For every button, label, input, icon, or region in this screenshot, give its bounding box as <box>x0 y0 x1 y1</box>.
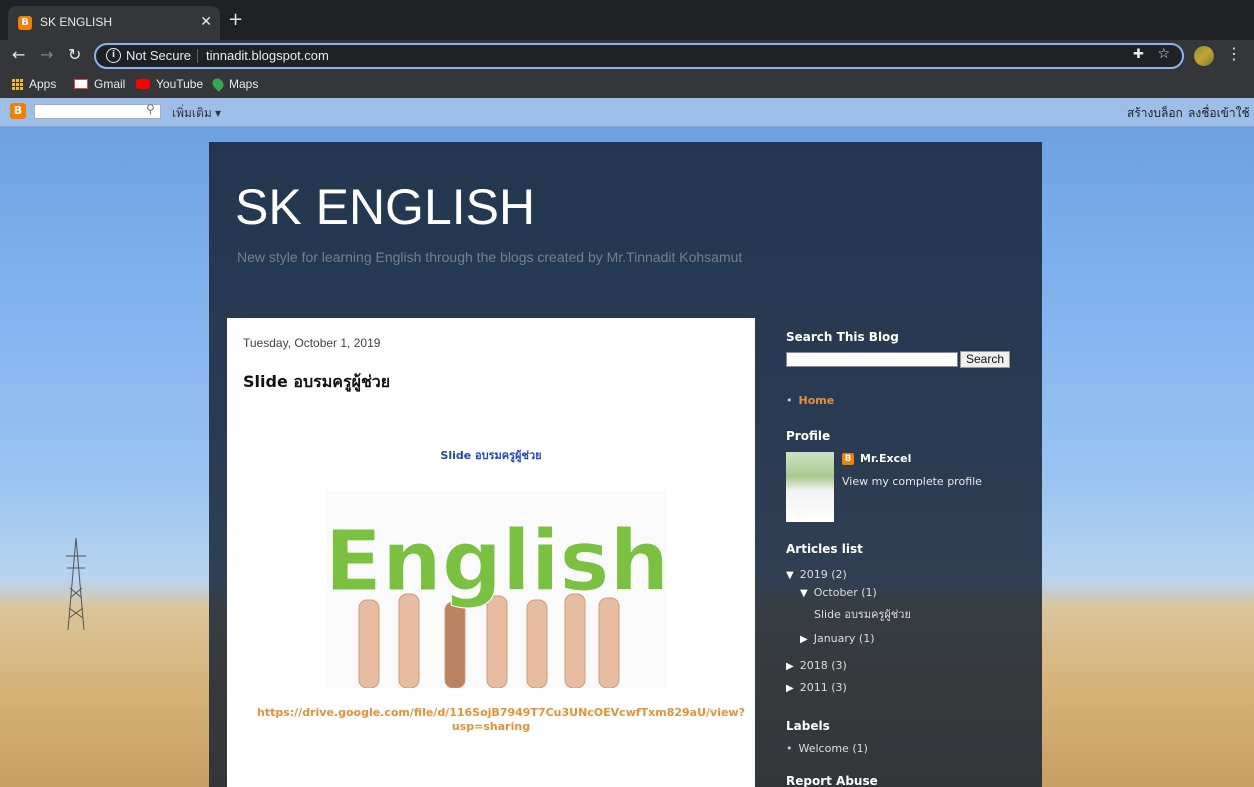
collapsed-triangle-icon[interactable]: ▶ <box>786 661 794 672</box>
tab-title: SK ENGLISH <box>40 15 113 29</box>
post-drive-url-link[interactable]: https://drive.google.com/file/d/116SojB7… <box>257 706 745 734</box>
bookmark-label: YouTube <box>156 77 204 91</box>
expanded-triangle-icon[interactable]: ▼ <box>800 588 808 599</box>
search-heading: Search This Blog <box>786 330 899 344</box>
bullet: • <box>786 394 793 407</box>
power-pylon-image <box>66 538 86 630</box>
apps-grid-icon <box>12 78 23 90</box>
bookmark-gmail[interactable]: Gmail <box>74 77 125 91</box>
label-text: Welcome (1) <box>798 742 868 755</box>
profile-photo[interactable] <box>786 452 834 522</box>
bookmark-youtube[interactable]: YouTube <box>136 77 203 91</box>
labels-heading: Labels <box>786 719 830 733</box>
home-label: Home <box>798 394 835 407</box>
url-text[interactable]: tinnadit.blogspot.com <box>206 48 329 63</box>
view-profile-link[interactable]: View my complete profile <box>842 475 982 488</box>
bookmarks-bar: Apps Gmail YouTube Maps <box>0 72 1254 98</box>
browser-tab-strip: B SK ENGLISH ✕ + <box>0 0 1254 40</box>
archive-january[interactable]: ▶ January (1) <box>800 632 874 645</box>
archive-label: October (1) <box>813 586 877 599</box>
back-arrow-icon[interactable]: ← <box>12 46 25 64</box>
profile-name: Mr.Excel <box>860 452 912 465</box>
web-page: B ⚲ เพิ่มเติม ▾ สร้างบล็อก ลงชื่อเข้าใช้… <box>0 98 1254 787</box>
browser-toolbar: ← → ↻ i Not Secure tinnadit.blogspot.com… <box>0 40 1254 72</box>
bookmark-apps[interactable]: Apps <box>12 77 56 91</box>
search-button[interactable]: Search <box>960 351 1010 368</box>
profile-name-link[interactable]: B Mr.Excel <box>842 452 911 465</box>
not-secure-label: Not Secure <box>126 48 192 63</box>
bullet: • <box>786 742 793 755</box>
new-tab-button[interactable]: + <box>228 11 243 29</box>
menu-dots-icon[interactable]: ⋮ <box>1226 44 1242 64</box>
divider <box>197 49 198 63</box>
expanded-triangle-icon[interactable]: ▼ <box>786 570 794 581</box>
archive-label: 2018 (3) <box>799 659 847 672</box>
sign-in-link[interactable]: ลงชื่อเข้าใช้ <box>1188 104 1250 123</box>
tab-close-icon[interactable]: ✕ <box>200 14 212 30</box>
maps-pin-icon <box>210 76 226 92</box>
profile-avatar-icon[interactable] <box>1194 46 1214 66</box>
post: Tuesday, October 1, 2019 Slide อบรมครูผู… <box>227 318 755 787</box>
bookmark-star-icon[interactable]: ☆ <box>1157 46 1170 62</box>
home-link[interactable]: • Home <box>786 394 834 407</box>
archive-label: 2011 (3) <box>799 681 847 694</box>
collapsed-triangle-icon[interactable]: ▶ <box>800 634 808 645</box>
english-image-text: English <box>327 512 667 610</box>
youtube-icon <box>136 79 150 89</box>
archive-2018[interactable]: ▶ 2018 (3) <box>786 659 847 672</box>
post-title: Slide อบรมครูผู้ช่วย <box>243 372 391 391</box>
blog-description: New style for learning English through t… <box>237 249 743 265</box>
blogger-profile-icon: B <box>842 452 854 465</box>
archive-2019[interactable]: ▼ 2019 (2) <box>786 568 847 581</box>
reload-icon[interactable]: ↻ <box>68 46 81 64</box>
profile-heading: Profile <box>786 429 831 443</box>
archive-label: 2019 (2) <box>799 568 847 581</box>
collapsed-triangle-icon[interactable]: ▶ <box>786 683 794 694</box>
search-icon[interactable]: ⚲ <box>146 102 155 116</box>
archive-post-link[interactable]: Slide อบรมครูผู้ช่วย <box>814 605 911 623</box>
blog-container: SK ENGLISH New style for learning Englis… <box>209 142 1042 787</box>
bookmark-label: Gmail <box>94 77 126 91</box>
address-bar[interactable]: i Not Secure tinnadit.blogspot.com ✚ ☆ <box>94 43 1184 69</box>
post-slide-link[interactable]: Slide อบรมครูผู้ช่วย <box>227 446 755 464</box>
blogger-favicon-icon: B <box>18 16 32 30</box>
archive-october[interactable]: ▼ October (1) <box>800 586 877 599</box>
archive-2011[interactable]: ▶ 2011 (3) <box>786 681 847 694</box>
blog-title[interactable]: SK ENGLISH <box>235 178 535 236</box>
english-hands-image: English <box>327 490 667 688</box>
more-menu[interactable]: เพิ่มเติม ▾ <box>172 104 221 123</box>
sidebar-search-input[interactable] <box>786 352 958 367</box>
gmail-icon <box>74 79 88 89</box>
tab-sk-english[interactable]: B SK ENGLISH ✕ <box>8 6 220 40</box>
label-welcome-link[interactable]: • Welcome (1) <box>786 742 868 755</box>
bookmark-label: Maps <box>229 77 259 91</box>
create-blog-link[interactable]: สร้างบล็อก <box>1127 104 1183 123</box>
report-abuse-heading: Report Abuse <box>786 774 878 787</box>
articles-heading: Articles list <box>786 542 863 556</box>
bookmark-label: Apps <box>29 77 57 91</box>
blogger-logo-icon[interactable]: B <box>10 103 26 119</box>
navbar-search-input[interactable] <box>34 104 161 119</box>
archive-label: January (1) <box>813 632 875 645</box>
bookmark-maps[interactable]: Maps <box>210 76 259 92</box>
post-date: Tuesday, October 1, 2019 <box>243 336 381 350</box>
info-icon[interactable]: i <box>106 48 121 63</box>
forward-arrow-icon[interactable]: → <box>40 46 53 64</box>
translate-extension-icon[interactable]: ✚ <box>1133 47 1144 62</box>
blogger-navbar: B ⚲ เพิ่มเติม ▾ สร้างบล็อก ลงชื่อเข้าใช้ <box>0 98 1254 127</box>
